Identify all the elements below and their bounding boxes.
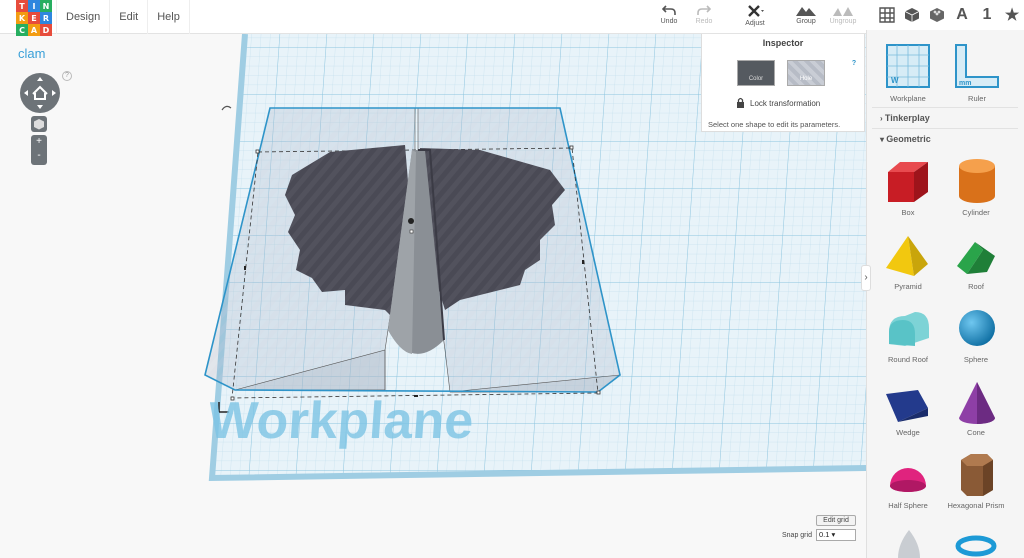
hole-button[interactable]: Hole xyxy=(787,60,825,86)
sidebar-divider xyxy=(872,107,1018,108)
main-menu: Design Edit Help xyxy=(56,0,190,34)
lock-transformation-label[interactable]: Lock transformation xyxy=(750,99,820,108)
menu-edit[interactable]: Edit xyxy=(109,0,147,34)
box-label: Box xyxy=(901,208,915,217)
menu-design[interactable]: Design xyxy=(56,0,109,34)
ruler-tool-icon[interactable]: mm xyxy=(952,43,1002,89)
text-icon[interactable]: A xyxy=(953,6,971,24)
number-icon[interactable]: 1 xyxy=(978,6,996,24)
sidebar-divider xyxy=(872,128,1018,129)
hexagonal-prism-label: Hexagonal Prism xyxy=(947,501,1005,510)
view-navigation-wheel[interactable] xyxy=(20,73,60,113)
undo-label: Undo xyxy=(660,18,678,25)
sphere-label: Sphere xyxy=(963,355,989,364)
snap-grid-label: Snap grid xyxy=(782,532,812,539)
pyramid-label: Pyramid xyxy=(894,282,922,291)
redo-icon xyxy=(697,5,711,15)
edit-grid-button[interactable]: Edit grid xyxy=(816,515,856,526)
svg-text:mm: mm xyxy=(959,80,971,87)
wedge-shape-icon[interactable] xyxy=(884,386,930,424)
hole-label: Hole xyxy=(799,76,813,82)
snap-grid-select[interactable]: 0.1 ▾ xyxy=(816,529,856,541)
color-label: Color xyxy=(748,76,764,82)
round-roof-label: Round Roof xyxy=(887,355,929,364)
half-sphere-label: Half Sphere xyxy=(888,501,928,510)
grid-view-icon[interactable] xyxy=(878,6,896,24)
view-mode-bar: A 1 ★ xyxy=(866,0,1024,30)
top-bar: T I N K E R C A D Design Edit Help Undo … xyxy=(0,0,866,36)
wedge-label: Wedge xyxy=(896,428,920,437)
sphere-shape-icon[interactable] xyxy=(957,308,997,348)
section-tinkerplay-label: Tinkerplay xyxy=(884,113,930,123)
logo-letter: I xyxy=(28,0,40,12)
chevron-right-icon: › xyxy=(864,272,868,283)
logo-letter: D xyxy=(40,24,52,36)
group-button[interactable]: Group xyxy=(788,4,824,25)
workplane-label: Workplane xyxy=(207,392,476,450)
adjust-button[interactable]: Adjust xyxy=(737,4,773,27)
home-icon[interactable] xyxy=(20,73,60,113)
ungroup-label: Ungroup xyxy=(829,18,857,25)
group-label: Group xyxy=(796,18,816,25)
perspective-cube-button[interactable] xyxy=(31,116,47,132)
help-icon[interactable]: ? xyxy=(62,71,72,81)
zoom-in-button[interactable]: + xyxy=(31,135,47,149)
logo-letter: R xyxy=(40,12,52,24)
ungroup-icon xyxy=(833,7,853,16)
collapse-sidebar-button[interactable]: › xyxy=(861,265,871,291)
project-name[interactable]: clam xyxy=(18,46,45,61)
color-button[interactable]: Color xyxy=(737,60,775,86)
inspector-message: Select one shape to edit its parameters. xyxy=(708,120,841,129)
logo-letter: K xyxy=(16,12,28,24)
half-sphere-shape-icon[interactable] xyxy=(886,460,930,494)
menu-help[interactable]: Help xyxy=(147,0,190,34)
workplane-tool-label: Workplane xyxy=(890,94,926,103)
workplane-tool-icon[interactable]: W xyxy=(885,43,931,89)
undo-button[interactable]: Undo xyxy=(651,4,687,25)
redo-button[interactable]: Redo xyxy=(686,4,722,25)
section-geometric[interactable]: ▾ Geometric xyxy=(880,134,931,144)
paraboloid-shape-icon[interactable] xyxy=(894,528,924,558)
zoom-controls[interactable]: + - xyxy=(31,135,47,165)
cone-label: Cone xyxy=(967,428,985,437)
cylinder-shape-icon[interactable] xyxy=(955,156,999,206)
logo-letter: N xyxy=(40,0,52,12)
inspector-title: Inspector xyxy=(762,38,804,48)
ungroup-button[interactable]: Ungroup xyxy=(825,4,861,25)
cylinder-label: Cylinder xyxy=(962,208,990,217)
adjust-icon xyxy=(748,5,764,17)
adjust-label: Adjust xyxy=(745,20,765,27)
brick-view-icon[interactable] xyxy=(928,6,946,24)
zoom-out-button[interactable]: - xyxy=(31,149,47,163)
svg-text:W: W xyxy=(891,76,899,85)
section-geometric-label: Geometric xyxy=(886,134,931,144)
redo-label: Redo xyxy=(695,18,713,25)
inspector-help-icon[interactable]: ? xyxy=(849,60,859,70)
lock-icon[interactable] xyxy=(736,97,745,108)
roof-shape-icon[interactable] xyxy=(953,236,999,276)
box-shape-icon[interactable] xyxy=(884,158,932,206)
ruler-tool-label: Ruler xyxy=(968,94,986,103)
roof-label: Roof xyxy=(968,282,984,291)
cone-shape-icon[interactable] xyxy=(955,380,999,426)
logo-letter: C xyxy=(16,24,28,36)
group-icon xyxy=(796,7,816,16)
pyramid-shape-icon[interactable] xyxy=(884,234,930,278)
undo-icon xyxy=(662,5,676,15)
logo-letter: T xyxy=(16,0,28,12)
section-tinkerplay[interactable]: › Tinkerplay xyxy=(880,113,930,123)
tinkercad-logo[interactable]: T I N K E R C A D xyxy=(16,0,52,36)
inspector-panel: Inspector ? Color Hole Lock transformati… xyxy=(701,34,865,132)
cube-icon xyxy=(34,119,44,130)
torus-shape-icon[interactable] xyxy=(955,532,997,558)
hexagonal-prism-shape-icon[interactable] xyxy=(957,450,997,498)
cube-view-icon[interactable] xyxy=(903,6,921,24)
round-roof-shape-icon[interactable] xyxy=(885,308,931,348)
logo-letter: A xyxy=(28,24,40,36)
logo-letter: E xyxy=(28,12,40,24)
star-icon[interactable]: ★ xyxy=(1003,6,1021,24)
